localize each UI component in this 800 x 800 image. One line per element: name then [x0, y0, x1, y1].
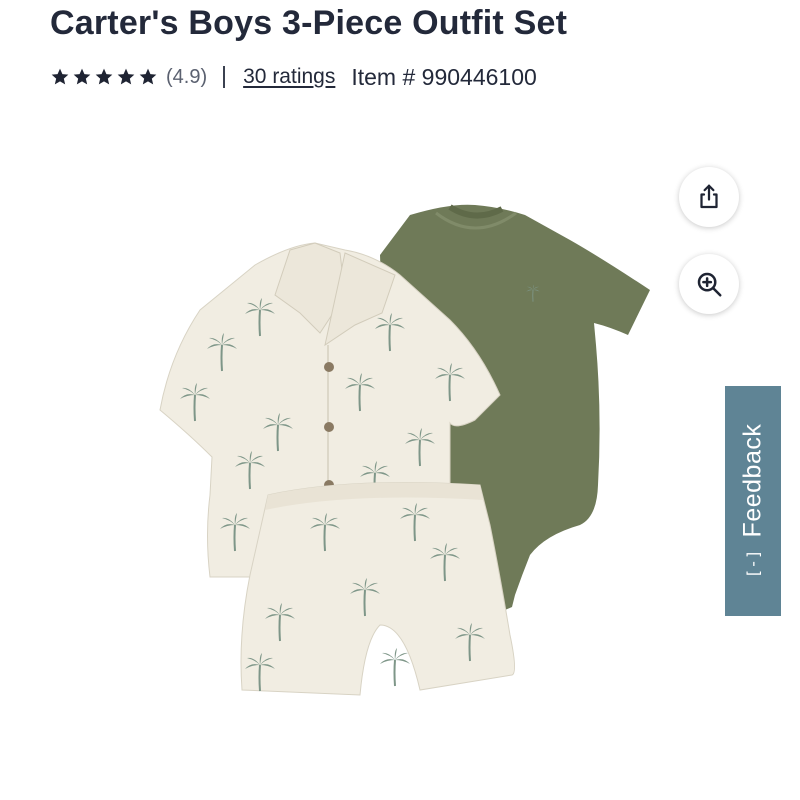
star-icon [51, 68, 69, 85]
product-title: Carter's Boys 3-Piece Outfit Set [50, 4, 568, 42]
share-icon [700, 184, 718, 209]
star-rating [50, 67, 158, 87]
star-icon [95, 68, 113, 85]
zoom-button[interactable] [679, 254, 739, 314]
divider [223, 66, 226, 88]
rating-value: (4.9) [166, 65, 208, 88]
product-image-illustration [159, 204, 650, 696]
star-icon [139, 68, 157, 85]
ratings-link[interactable]: 30 ratings [243, 65, 335, 89]
share-button[interactable] [679, 167, 739, 227]
product-image[interactable] [150, 195, 670, 715]
rating-row: (4.9) 30 ratings Item # 990446100 [50, 60, 537, 94]
feedback-label: Feedback [738, 423, 767, 538]
feedback-tab[interactable]: [-] Feedback [725, 386, 781, 616]
feedback-icon: [-] [743, 549, 763, 579]
zoom-in-icon [697, 272, 722, 297]
shorts-graphic [240, 482, 516, 696]
star-icon [117, 68, 135, 85]
star-icon [73, 68, 91, 85]
item-number: Item # 990446100 [351, 63, 537, 90]
